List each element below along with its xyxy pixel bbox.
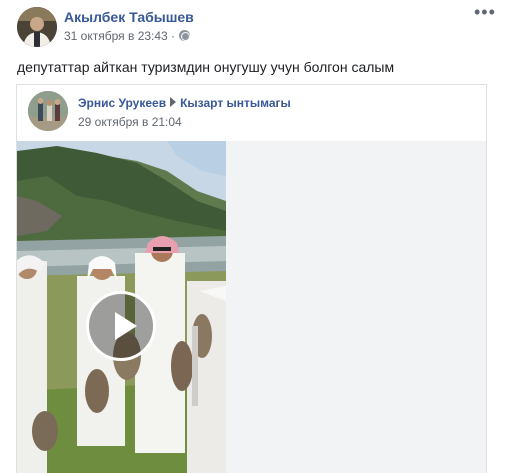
- shared-group-name[interactable]: Кызарт ынтымагы: [180, 96, 291, 110]
- facebook-post: Акылбек Табышев 31 октября в 23:43 · •••…: [0, 0, 511, 473]
- shared-post-timestamp[interactable]: 29 октября в 21:04: [78, 115, 182, 130]
- shared-post-card: Эрнис Урукеев Кызарт ынтымагы 29 октября …: [16, 84, 487, 473]
- shared-author-name[interactable]: Эрнис Урукеев: [78, 96, 166, 110]
- globe-icon: [179, 30, 191, 41]
- post-timestamp-text[interactable]: 31 октября в 23:43 ·: [64, 29, 175, 43]
- shared-post-header: Эрнис Урукеев Кызарт ынтымагы: [78, 96, 291, 111]
- post-message: депутаттар айткан туризмдин онугушу учун…: [17, 59, 395, 75]
- post-timestamp[interactable]: 31 октября в 23:43 ·: [64, 29, 191, 44]
- shared-author-avatar[interactable]: [28, 91, 68, 131]
- more-options-icon[interactable]: •••: [474, 2, 496, 23]
- play-icon[interactable]: [86, 291, 156, 361]
- video-letterbox: [226, 141, 486, 473]
- video-player[interactable]: [17, 141, 226, 473]
- caret-right-icon: [170, 97, 177, 107]
- author-avatar[interactable]: [17, 7, 57, 47]
- post-author-name[interactable]: Акылбек Табышев: [64, 8, 194, 26]
